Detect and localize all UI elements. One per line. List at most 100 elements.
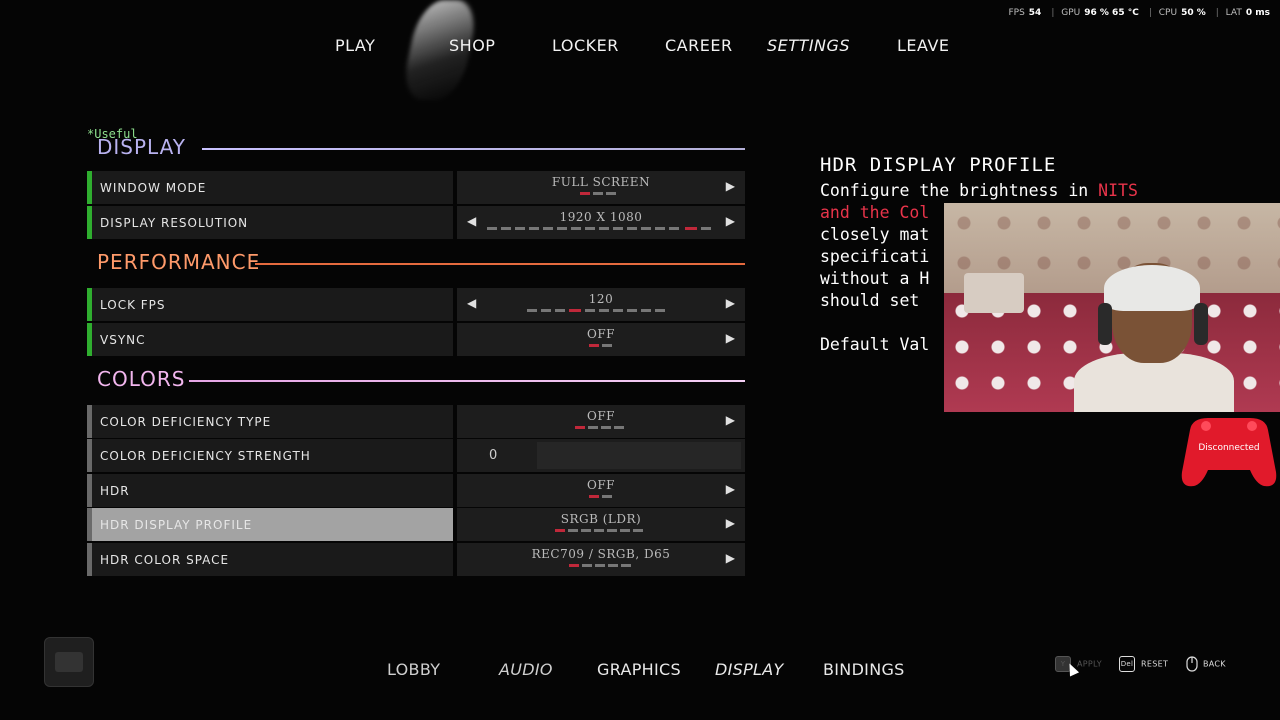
section-display: DISPLAY [97, 137, 745, 161]
headset-icon [1194, 303, 1208, 345]
lock-fps-value: 120 [588, 292, 614, 306]
arrow-right-icon[interactable]: ▶ [726, 516, 735, 530]
tab-play[interactable]: PLAY [335, 36, 375, 55]
color-deficiency-type-value: OFF [587, 409, 615, 423]
lock-fps-selector[interactable]: ◀ 120 ▶ [457, 288, 745, 321]
webcam-person-cap [1104, 265, 1200, 311]
indicator-bar [87, 405, 92, 438]
row-hdr[interactable]: HDR OFF ▶ [87, 474, 745, 507]
row-label-box-selected: HDR DISPLAY PROFILE [87, 508, 453, 541]
description-text: Configure the brightness in [820, 181, 1099, 200]
tab-locker[interactable]: LOCKER [552, 36, 619, 55]
hdr-selector[interactable]: OFF ▶ [457, 474, 745, 507]
lat-value: 0 ms [1245, 8, 1270, 18]
row-display-resolution[interactable]: DISPLAY RESOLUTION ◀ 1920 X 1080 ▶ [87, 206, 745, 239]
row-label-box: COLOR DEFICIENCY STRENGTH [87, 439, 453, 472]
arrow-right-icon[interactable]: ▶ [726, 214, 735, 228]
useful-indicator-bar [87, 323, 92, 356]
gpu-label: GPU [1061, 8, 1081, 18]
color-deficiency-strength-label: COLOR DEFICIENCY STRENGTH [100, 449, 311, 463]
section-colors-title: COLORS [97, 367, 186, 391]
reset-label: RESET [1141, 659, 1169, 669]
section-display-divider [202, 148, 745, 150]
row-label-box: VSYNC [87, 323, 453, 356]
row-window-mode[interactable]: WINDOW MODE FULL SCREEN ▶ [87, 171, 745, 204]
hdr-color-space-selector[interactable]: REC709 / SRGB, D65 ▶ [457, 543, 745, 576]
cpu-value: 50 % [1181, 8, 1206, 18]
option-dots [487, 227, 711, 230]
row-hdr-color-space[interactable]: HDR COLOR SPACE REC709 / SRGB, D65 ▶ [87, 543, 745, 576]
row-hdr-display-profile[interactable]: HDR DISPLAY PROFILE SRGB (LDR) ▶ [87, 508, 745, 541]
row-label-box: LOCK FPS [87, 288, 453, 321]
arrow-right-icon[interactable]: ▶ [726, 551, 735, 565]
hdr-display-profile-value: SRGB (LDR) [560, 512, 642, 526]
fps-value: 54 [1028, 8, 1042, 18]
hdr-display-profile-selector[interactable]: SRGB (LDR) ▶ [457, 508, 745, 541]
vsync-label: VSYNC [100, 333, 146, 347]
key-del-icon: Del [1119, 656, 1135, 672]
section-colors: COLORS [97, 367, 745, 393]
hdr-value: OFF [587, 478, 615, 492]
color-deficiency-strength-slider[interactable]: 0 [457, 439, 745, 472]
vsync-value: OFF [587, 327, 615, 341]
window-mode-selector[interactable]: FULL SCREEN ▶ [457, 171, 745, 204]
gpu-value: 96 % 65 °C [1084, 8, 1139, 18]
tab-shop[interactable]: SHOP [449, 36, 495, 55]
reset-button[interactable]: Del RESET [1119, 656, 1168, 672]
window-mode-value: FULL SCREEN [551, 175, 651, 189]
description-title: HDR DISPLAY PROFILE [820, 154, 1057, 176]
tab-lobby[interactable]: LOBBY [387, 660, 440, 679]
option-dots [527, 309, 665, 312]
profile-thumbnail[interactable] [44, 637, 94, 687]
arrow-right-icon[interactable]: ▶ [726, 482, 735, 496]
color-deficiency-strength-value: 0 [489, 448, 498, 463]
useful-indicator-bar [87, 288, 92, 321]
vehicle-icon [55, 652, 83, 672]
row-label-box: HDR COLOR SPACE [87, 543, 453, 576]
option-dots [575, 426, 624, 429]
hdr-display-profile-label: HDR DISPLAY PROFILE [100, 518, 253, 532]
vsync-selector[interactable]: OFF ▶ [457, 323, 745, 356]
top-nav: PLAY SHOP LOCKER CAREER SETTINGS LEAVE [0, 36, 1280, 58]
tab-audio[interactable]: AUDIO [499, 660, 553, 679]
section-display-title: DISPLAY [97, 137, 187, 159]
row-color-deficiency-strength[interactable]: COLOR DEFICIENCY STRENGTH 0 [87, 439, 745, 472]
tab-bindings[interactable]: BINDINGS [823, 660, 905, 679]
display-resolution-value: 1920 X 1080 [559, 210, 643, 224]
color-deficiency-type-selector[interactable]: OFF ▶ [457, 405, 745, 438]
display-resolution-selector[interactable]: ◀ 1920 X 1080 ▶ [457, 206, 745, 239]
section-performance-title: PERFORMANCE [97, 250, 261, 274]
stats-separator: | [1215, 8, 1219, 18]
arrow-right-icon[interactable]: ▶ [726, 331, 735, 345]
indicator-bar [87, 543, 92, 576]
slider-track[interactable] [537, 442, 741, 469]
row-label-box: HDR [87, 474, 453, 507]
tab-display[interactable]: DISPLAY [715, 660, 784, 679]
back-label: BACK [1203, 659, 1226, 669]
back-button[interactable]: BACK [1186, 656, 1226, 672]
fps-label: FPS [1008, 8, 1025, 18]
tab-settings[interactable]: SETTINGS [767, 36, 850, 55]
controller-status-text: Disconnected [1198, 443, 1260, 453]
webcam-overlay [944, 203, 1280, 412]
tab-graphics[interactable]: GRAPHICS [597, 660, 681, 679]
arrow-right-icon[interactable]: ▶ [726, 179, 735, 193]
headset-icon [1098, 303, 1112, 345]
row-vsync[interactable]: VSYNC OFF ▶ [87, 323, 745, 356]
arrow-right-icon[interactable]: ▶ [726, 296, 735, 310]
row-label-box: COLOR DEFICIENCY TYPE [87, 405, 453, 438]
row-label-box: WINDOW MODE [87, 171, 453, 204]
apply-button[interactable]: Y APPLY [1055, 656, 1102, 672]
section-performance: PERFORMANCE [97, 250, 745, 276]
tab-leave[interactable]: LEAVE [897, 36, 950, 55]
row-color-deficiency-type[interactable]: COLOR DEFICIENCY TYPE OFF ▶ [87, 405, 745, 438]
cpu-label: CPU [1158, 8, 1178, 18]
tab-career[interactable]: CAREER [665, 36, 733, 55]
row-lock-fps[interactable]: LOCK FPS ◀ 120 ▶ [87, 288, 745, 321]
useful-indicator-bar [87, 206, 92, 239]
stats-separator: | [1148, 8, 1152, 18]
hdr-color-space-label: HDR COLOR SPACE [100, 553, 230, 567]
lock-fps-label: LOCK FPS [100, 298, 166, 312]
arrow-right-icon[interactable]: ▶ [726, 413, 735, 427]
apply-label: APPLY [1077, 659, 1102, 669]
